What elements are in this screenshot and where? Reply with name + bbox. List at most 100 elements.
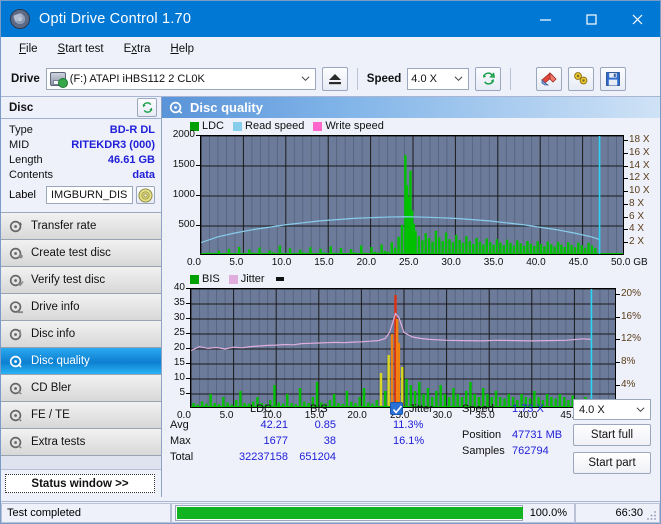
menu-item-file-rest: ile — [26, 43, 38, 55]
top-chart[interactable]: 20001500100050018 X16 X14 X12 X10 X8 X6 … — [162, 133, 660, 271]
menu-bar: File Start test Extra Help — [1, 37, 660, 61]
bottom-chart-y2tick: 4% — [621, 379, 635, 390]
menu-item-start-test-rest: tart test — [65, 43, 103, 55]
bottom-chart-svg — [191, 289, 616, 408]
top-chart-y2tick: 2 X — [629, 236, 644, 247]
stats-row-avg-label: Avg — [170, 419, 189, 431]
sidebar-item-create-test-disc[interactable]: Create test disc — [1, 240, 161, 267]
stats-row-max-bis: 38 — [292, 435, 336, 447]
samples-value: 762794 — [512, 445, 549, 457]
menu-item-file[interactable]: File — [9, 40, 48, 58]
refresh-icon — [141, 101, 154, 114]
speed-label: Speed — [367, 73, 402, 85]
disc-quality-icon — [169, 100, 184, 115]
top-chart-y2tick: 10 X — [629, 185, 650, 196]
sidebar-item-fe-te[interactable]: FE / TE — [1, 402, 161, 429]
menu-item-extra[interactable]: Extra — [114, 40, 161, 58]
bottom-chart-ytick-mark — [186, 348, 190, 349]
sidebar-item-disc-quality[interactable]: Disc quality — [1, 348, 161, 375]
chevron-down-icon — [636, 405, 645, 414]
top-chart-plot-area — [200, 135, 624, 255]
bottom-chart-y2tick: 12% — [621, 333, 641, 344]
top-chart-ytick: 500 — [162, 219, 195, 230]
jitter-checkbox[interactable] — [390, 402, 403, 415]
legend-swatch-write-speed — [313, 122, 322, 131]
tools-icon — [573, 71, 589, 86]
speed-select[interactable]: 4.0 X — [407, 68, 469, 90]
stats-row-max-jitter: 16.1% — [393, 435, 424, 447]
top-chart-xtick: 10.0 — [272, 257, 291, 268]
legend-label-jitter: Jitter — [241, 273, 265, 285]
bottom-chart-legend: BIS Jitter — [162, 271, 660, 286]
disc-extra-icon — [9, 435, 24, 450]
disc-refresh-button[interactable] — [137, 98, 157, 117]
top-chart-xtick: 25.0 — [399, 257, 418, 268]
close-button[interactable] — [614, 1, 660, 37]
sidebar-item-disc-info[interactable]: Disc info — [1, 321, 161, 348]
save-button[interactable] — [600, 67, 626, 91]
top-chart-y2tick: 6 X — [629, 211, 644, 222]
refresh-button[interactable] — [475, 67, 501, 91]
top-chart-legend: LDC Read speed Write speed — [162, 118, 660, 133]
sidebar-item-extra-tests[interactable]: Extra tests — [1, 429, 161, 456]
test-speed-value: 4.0 X — [577, 404, 605, 416]
top-chart-xtick: 30.0 — [441, 257, 460, 268]
stats-row-total-ldc: 32237158 — [220, 451, 288, 463]
stats-row-total-label: Total — [170, 451, 193, 463]
start-part-button[interactable]: Start part — [573, 452, 651, 474]
menu-item-start-test[interactable]: Start test — [48, 40, 114, 58]
sidebar-item-verify-test-disc[interactable]: Verify test disc — [1, 267, 161, 294]
minimize-button[interactable] — [522, 1, 568, 37]
tools-button[interactable] — [568, 67, 594, 91]
top-chart-y2tick-mark — [624, 217, 628, 218]
cd-icon-button[interactable] — [136, 186, 155, 204]
content-header: Disc quality — [162, 97, 660, 118]
disc-field-mid-key: MID — [9, 138, 29, 153]
legend-label-ldc: LDC — [202, 120, 224, 132]
disc-label-field[interactable]: IMGBURN_DIS — [46, 186, 133, 204]
top-chart-xtick: 15.0 — [314, 257, 333, 268]
bottom-chart-y2tick-mark — [616, 294, 620, 295]
drive-icon — [50, 72, 66, 86]
top-chart-y2tick-mark — [624, 178, 628, 179]
top-chart-xtick: 50.0 GB — [611, 257, 648, 268]
top-chart-y2tick: 12 X — [629, 172, 650, 183]
top-chart-y2tick: 18 X — [629, 134, 650, 145]
drive-select[interactable]: (F:) ATAPI iHBS112 2 CL0K — [46, 68, 316, 90]
sidebar-item-drive-info[interactable]: Drive info — [1, 294, 161, 321]
sidebar-spacer — [1, 456, 161, 470]
eject-button[interactable] — [322, 67, 348, 91]
stats-row-avg-bis: 0.85 — [292, 419, 336, 431]
top-chart-ytick: 2000 — [162, 129, 195, 140]
bottom-chart-ytick: 30 — [162, 312, 185, 323]
bottom-chart-y2tick: 8% — [621, 356, 635, 367]
disc-quality-icon — [9, 354, 24, 369]
top-chart-y2tick-mark — [624, 242, 628, 243]
test-speed-select[interactable]: 4.0 X — [573, 399, 651, 420]
bottom-chart-ytick-mark — [186, 333, 190, 334]
main-area: Disc Type BD-R DL MID RITE — [1, 97, 660, 497]
disc-field-type-key: Type — [9, 123, 33, 138]
sidebar-item-cd-bler[interactable]: CD Bler — [1, 375, 161, 402]
erase-button[interactable] — [536, 67, 562, 91]
toolbar: Drive (F:) ATAPI iHBS112 2 CL0K Speed 4.… — [1, 61, 660, 97]
maximize-button[interactable] — [568, 1, 614, 37]
start-full-button[interactable]: Start full — [573, 424, 651, 446]
status-window-button[interactable]: Status window >> — [5, 474, 155, 493]
sidebar-item-transfer-rate[interactable]: Transfer rate — [1, 213, 161, 240]
top-chart-y2tick: 8 X — [629, 198, 644, 209]
bottom-chart-ytick: 20 — [162, 342, 185, 353]
bottom-chart-ytick-mark — [186, 318, 190, 319]
window-title: Opti Drive Control 1.70 — [39, 11, 191, 27]
disc-transfer-icon — [9, 219, 24, 234]
save-icon — [606, 72, 620, 86]
menu-item-help[interactable]: Help — [160, 40, 204, 58]
top-chart-y2tick: 16 X — [629, 147, 650, 158]
disc-panel-title: Disc — [9, 102, 33, 114]
bottom-chart-ytick: 40 — [162, 282, 185, 293]
bottom-chart-ytick: 15 — [162, 357, 185, 368]
sidebar-item-disc-quality-label: Disc quality — [31, 355, 90, 367]
top-chart-y2tick-mark — [624, 229, 628, 230]
top-chart-y2tick-mark — [624, 204, 628, 205]
legend-label-bis: BIS — [202, 273, 220, 285]
